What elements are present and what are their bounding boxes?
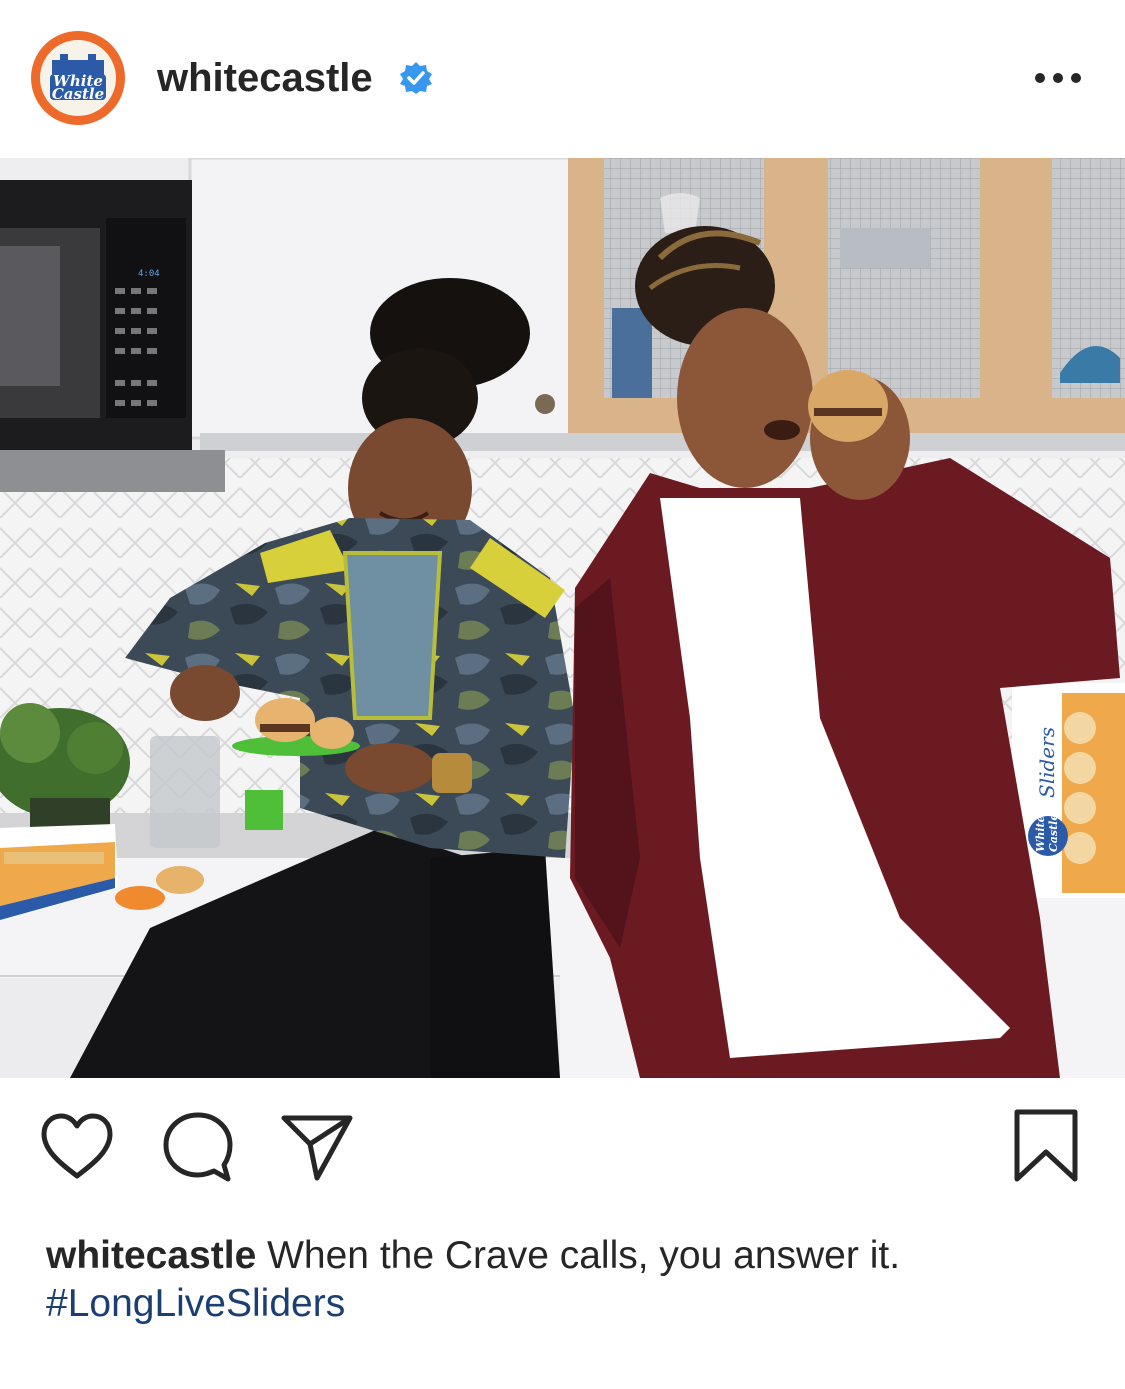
post-caption: whitecastle When the Crave calls, you an… xyxy=(46,1232,1086,1328)
microwave-display: 4:04 xyxy=(138,269,160,279)
post-username[interactable]: whitecastle xyxy=(157,52,373,104)
caption-text: When the Crave calls, you answer it. xyxy=(256,1234,901,1277)
caption-hashtag[interactable]: #LongLiveSliders xyxy=(46,1280,1086,1328)
avatar[interactable]: White Castle xyxy=(30,30,126,126)
more-horizontal-icon[interactable] xyxy=(1030,56,1086,100)
bookmark-icon[interactable] xyxy=(1012,1108,1080,1184)
box-sliders-label: Sliders xyxy=(1035,727,1059,798)
verified-badge-icon xyxy=(400,62,432,94)
share-icon[interactable] xyxy=(280,1112,354,1182)
heart-icon[interactable] xyxy=(40,1112,114,1182)
avatar-logo-line-2: Castle xyxy=(52,85,104,103)
post-photo[interactable]: 4:04 Sliders White Castle xyxy=(0,158,1125,1078)
caption-username[interactable]: whitecastle xyxy=(46,1234,256,1277)
box-brand-line-1: White xyxy=(1034,815,1047,852)
photo-illustration: 4:04 Sliders White Castle xyxy=(0,158,1125,1078)
post-header: White Castle whitecastle xyxy=(0,0,1125,158)
comment-icon[interactable] xyxy=(160,1109,236,1185)
action-bar xyxy=(0,1078,1125,1228)
box-brand-line-2: Castle xyxy=(1047,814,1060,852)
